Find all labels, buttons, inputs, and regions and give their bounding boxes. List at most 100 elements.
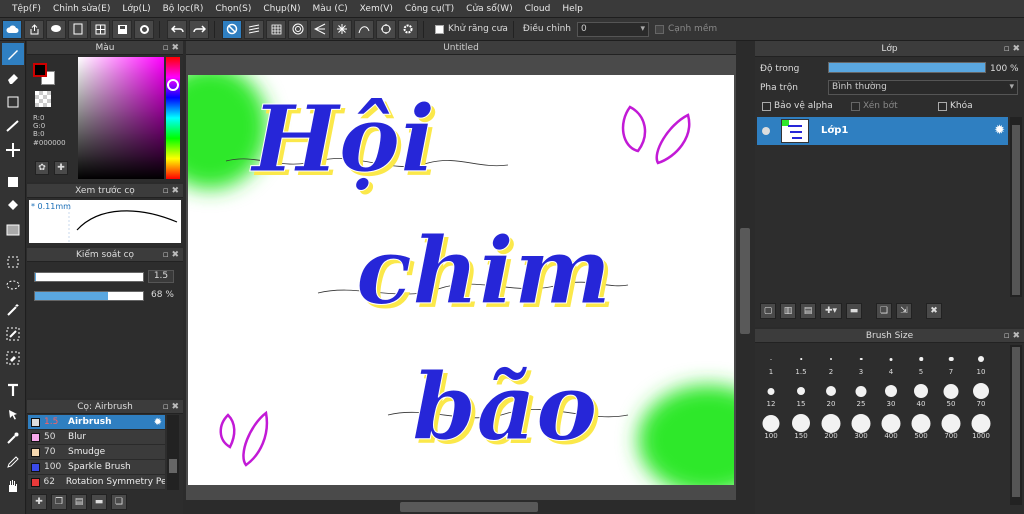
perspective-snap-button[interactable] — [376, 19, 396, 39]
import-brush-button[interactable]: ▤ — [71, 494, 87, 510]
palette-button[interactable]: ✿ — [35, 161, 49, 175]
menu-view[interactable]: Xem(V) — [354, 0, 399, 18]
layer-opacity-slider[interactable] — [828, 62, 986, 73]
brush-size-scroll-thumb[interactable] — [1012, 347, 1020, 497]
brush-size-option[interactable]: 12 — [757, 377, 785, 409]
layer-list-scroll-thumb[interactable] — [1012, 125, 1020, 295]
share-button[interactable] — [24, 19, 44, 39]
canvas-horizontal-scrollbar[interactable] — [186, 500, 736, 514]
panel-controls-icon[interactable]: ▫ ✖ — [162, 248, 179, 262]
menu-capture[interactable]: Chụp(N) — [257, 0, 306, 18]
save-button[interactable] — [112, 19, 132, 39]
tool-brush[interactable] — [2, 43, 24, 65]
eye-icon[interactable] — [762, 127, 770, 135]
smooth-edge-checkbox[interactable] — [654, 24, 664, 34]
snap-settings-button[interactable] — [398, 19, 418, 39]
menu-edit[interactable]: Chỉnh sửa(E) — [47, 0, 116, 18]
protect-alpha-checkbox[interactable] — [762, 102, 771, 111]
brush-size-scrollbar[interactable] — [1010, 345, 1022, 505]
panel-controls-icon[interactable]: ▫ ✖ — [1003, 329, 1020, 343]
document-tab[interactable]: Untitled — [186, 41, 736, 55]
menu-layer[interactable]: Lớp(L) — [116, 0, 156, 18]
clipping-checkbox[interactable] — [851, 102, 860, 111]
panel-controls-icon[interactable]: ▫ ✖ — [1003, 41, 1020, 57]
brush-size-option[interactable]: 5 — [907, 345, 935, 377]
transparent-color-swatch[interactable] — [35, 91, 51, 107]
brush-size-option[interactable]: 4 — [877, 345, 905, 377]
panel-controls-icon[interactable]: ▫ ✖ — [162, 41, 179, 55]
brush-item-rotation-symmetry[interactable]: 62 Rotation Symmetry Pen — [28, 475, 165, 490]
saturation-value-picker[interactable] — [78, 57, 164, 179]
brush-item-blur[interactable]: 50 Blur — [28, 430, 165, 445]
brush-size-option[interactable]: 50 — [937, 377, 965, 409]
snap-off-button[interactable] — [222, 19, 242, 39]
tool-select-pen[interactable] — [2, 323, 24, 345]
layer-list-scrollbar[interactable] — [1010, 117, 1022, 297]
brush-item-sparkle[interactable]: 100 Sparkle Brush — [28, 460, 165, 475]
parallel-snap-button[interactable] — [244, 19, 264, 39]
brush-size-option[interactable]: 700 — [937, 409, 965, 441]
redo-button[interactable] — [189, 19, 209, 39]
layer-row[interactable]: Lớp1 ✹ — [757, 117, 1008, 145]
undo-button[interactable] — [167, 19, 187, 39]
brush-size-option[interactable]: 15 — [787, 377, 815, 409]
tool-fill-rect[interactable] — [2, 171, 24, 193]
adjust-select[interactable]: 0 ▾ — [576, 21, 649, 37]
brush-size-option[interactable]: 400 — [877, 409, 905, 441]
brush-size-option[interactable]: 3 — [847, 345, 875, 377]
menu-cloud[interactable]: Cloud — [519, 0, 557, 18]
brush-item-airbrush[interactable]: 1.5 Airbrush ✹ — [28, 415, 165, 430]
brush-size-option[interactable]: 200 — [817, 409, 845, 441]
tool-select-eraser[interactable] — [2, 347, 24, 369]
panel-controls-icon[interactable]: ▫ ✖ — [162, 400, 179, 414]
tool-eyedropper[interactable] — [2, 427, 24, 449]
delete-layer-button[interactable]: ✖ — [926, 303, 942, 319]
menu-window[interactable]: Cửa sổ(W) — [460, 0, 518, 18]
foreground-color-swatch[interactable] — [33, 63, 47, 77]
canvas-vertical-scrollbar[interactable] — [737, 55, 753, 500]
canvas-horizontal-thumb[interactable] — [400, 502, 538, 512]
tool-text[interactable] — [2, 379, 24, 401]
brush-size-option[interactable]: 500 — [907, 409, 935, 441]
brush-size-option[interactable]: 100 — [757, 409, 785, 441]
brush-size-option[interactable]: 1 — [757, 345, 785, 377]
curve-snap-button[interactable] — [354, 19, 374, 39]
brush-size-option[interactable]: 300 — [847, 409, 875, 441]
duplicate-layer-button[interactable]: ❏ — [876, 303, 892, 319]
add-layer-menu-button[interactable]: ✚▾ — [820, 303, 842, 319]
drawing-canvas[interactable]: Hội Hội chim chim bão bão — [188, 75, 734, 485]
new-document-button[interactable] — [68, 19, 88, 39]
duplicate-button[interactable]: ❏ — [111, 494, 127, 510]
tool-gradient[interactable] — [2, 219, 24, 241]
settings-button[interactable] — [134, 19, 154, 39]
grid-snap-button[interactable] — [266, 19, 286, 39]
tool-select[interactable] — [2, 251, 24, 273]
brush-size-option[interactable]: 1000 — [967, 409, 995, 441]
concentric-snap-button[interactable] — [288, 19, 308, 39]
new-layer-button[interactable]: ▢ — [760, 303, 776, 319]
layout-button[interactable] — [90, 19, 110, 39]
brush-size-option[interactable]: 7 — [937, 345, 965, 377]
tool-hand[interactable] — [2, 475, 24, 497]
brush-list-scrollbar[interactable] — [167, 415, 179, 490]
palette-add-button[interactable]: ✚ — [54, 161, 68, 175]
chat-button[interactable] — [46, 19, 66, 39]
brush-size-slider[interactable] — [34, 272, 144, 282]
tool-move[interactable] — [2, 139, 24, 161]
brush-opacity-slider[interactable] — [34, 291, 144, 301]
radial-snap-2-button[interactable] — [332, 19, 352, 39]
brush-size-option[interactable]: 10 — [967, 345, 995, 377]
panel-controls-icon[interactable]: ▫ ✖ — [162, 184, 179, 198]
brush-size-option[interactable]: 20 — [817, 377, 845, 409]
lock-checkbox[interactable] — [938, 102, 947, 111]
brush-size-option[interactable]: 70 — [967, 377, 995, 409]
tool-lasso[interactable] — [2, 275, 24, 297]
menu-select[interactable]: Chọn(S) — [209, 0, 257, 18]
brush-size-option[interactable]: 30 — [877, 377, 905, 409]
canvas-vertical-thumb[interactable] — [740, 228, 750, 334]
brush-size-option[interactable]: 150 — [787, 409, 815, 441]
menu-color[interactable]: Màu (C) — [307, 0, 354, 18]
menu-file[interactable]: Tệp(F) — [6, 0, 47, 18]
blend-mode-select[interactable]: Bình thường ▾ — [828, 80, 1018, 95]
brush-size-option[interactable]: 40 — [907, 377, 935, 409]
